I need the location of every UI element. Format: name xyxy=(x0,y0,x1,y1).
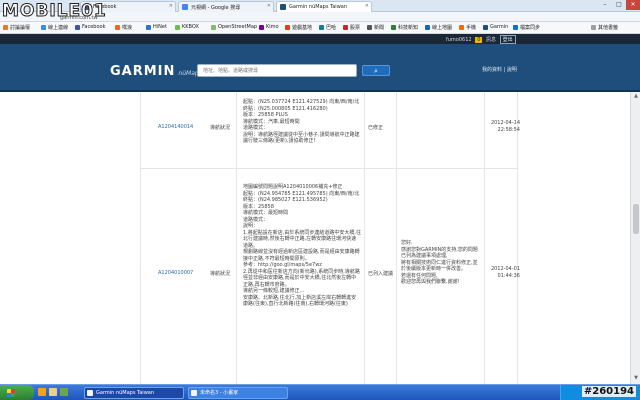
search-icon: ⌕ xyxy=(374,67,378,75)
bookmark-icon xyxy=(459,25,464,30)
tab-google-search[interactable]: 元視網 - Google 搜尋 ✕ xyxy=(178,1,274,12)
bookmark-item[interactable]: Facebook xyxy=(74,24,106,32)
bookmark-icon xyxy=(115,25,120,30)
row-divider xyxy=(140,168,517,169)
maximize-icon[interactable]: □ xyxy=(612,0,626,10)
bookmark-item[interactable]: 股票 xyxy=(342,24,360,32)
bookmark-item[interactable]: 科技新知 xyxy=(390,24,418,32)
user-box: fumo0612 0 訊息 登出 xyxy=(446,35,516,44)
header-links[interactable]: 我的資料 | 說明 xyxy=(482,66,517,73)
browser-task-icon xyxy=(87,390,93,396)
report-table: A1204140014 導航狀況 起點：(N25.037724 E121.427… xyxy=(0,92,630,384)
bookmark-item[interactable]: Kimo xyxy=(258,24,279,32)
bookmark-item[interactable]: Garmin xyxy=(482,24,508,32)
message-count-badge: 0 xyxy=(475,37,483,43)
search-input[interactable] xyxy=(197,64,357,77)
start-button[interactable] xyxy=(0,385,34,400)
bookmark-icon xyxy=(367,25,372,30)
bookmark-icon xyxy=(3,25,8,30)
bookmark-item[interactable]: 巴哈 xyxy=(318,24,336,32)
report-datetime: 2012-04-01 01:44:36 xyxy=(490,266,520,279)
bookmark-item[interactable]: 遊戲基地 xyxy=(284,24,312,32)
scrollbar-thumb[interactable] xyxy=(633,204,639,234)
report-detail: 起點：(N25.037724 E121.427529) 向東/西/南/北 終點：… xyxy=(243,99,360,144)
column-divider xyxy=(140,92,141,384)
watermark-id: #260194 xyxy=(581,386,636,397)
bookmark-item[interactable]: 討論論壇 xyxy=(2,24,30,32)
quick-launch-browser-icon[interactable] xyxy=(38,388,46,396)
bookmark-item[interactable]: KKBOX xyxy=(174,24,199,32)
report-type: 導航狀況 xyxy=(210,125,231,131)
bookmark-icon xyxy=(319,25,324,30)
bookmark-icon xyxy=(41,25,46,30)
column-divider xyxy=(484,92,485,384)
report-type: 導航狀況 xyxy=(210,271,231,277)
bookmark-item[interactable]: 噗浪 xyxy=(114,24,132,32)
brand-name: GARMIN xyxy=(110,64,176,79)
quick-launch-explorer-icon[interactable] xyxy=(49,388,57,396)
bookmark-icon xyxy=(591,25,596,30)
column-divider xyxy=(517,92,518,384)
bookmark-icon xyxy=(425,25,430,30)
site-header: GARMINnüMaps ⌕ 我的資料 | 說明 xyxy=(0,44,640,92)
search-button[interactable]: ⌕ xyxy=(362,65,390,76)
google-favicon-icon xyxy=(182,4,188,10)
bookmark-item[interactable]: 手機 xyxy=(458,24,476,32)
tab-label: Garmin nüMaps Taiwan xyxy=(289,4,348,10)
window-controls: – □ ✕ xyxy=(598,0,640,10)
garmin-logo[interactable]: GARMIN nüMaps xyxy=(110,64,202,79)
inbox-link[interactable]: 訊息 xyxy=(486,37,496,43)
taskbar: Garmin nüMaps Taiwan 未命名3 - 小畫家 xyxy=(0,384,640,400)
bookmark-item[interactable]: 其他書籤 xyxy=(590,24,618,32)
minimize-icon[interactable]: – xyxy=(598,0,612,10)
admin-reply: 您好, 感謝您對GARMIN的支持,您的問題已列為建議事項處理, 將有相關技術同… xyxy=(401,240,478,285)
bookmark-item[interactable]: OpenStreetMap xyxy=(210,24,257,32)
column-divider xyxy=(364,92,365,384)
logout-button[interactable]: 登出 xyxy=(499,35,516,44)
site-top-strip: fumo0612 0 訊息 登出 xyxy=(0,34,640,44)
bookmark-item[interactable]: HiNet xyxy=(145,24,167,32)
scroll-down-icon[interactable]: ▼ xyxy=(632,375,640,383)
bookmark-icon xyxy=(483,25,488,30)
bookmark-icon xyxy=(391,25,396,30)
bookmark-item[interactable]: 檔案同步 xyxy=(512,24,540,32)
report-status: 已列入建議 xyxy=(368,271,394,277)
tab-label: 元視網 - Google 搜尋 xyxy=(191,5,241,11)
task-button-garmin[interactable]: Garmin nüMaps Taiwan xyxy=(84,387,184,399)
bookmarks-bar: 討論論壇 線上連線 Facebook 噗浪 HiNet KKBOX OpenSt… xyxy=(0,22,640,34)
bookmark-item[interactable]: 線上地圖 xyxy=(424,24,452,32)
report-detail: 地圖編號問題說明A1204010006補充+修正 起點：(N24.954785 … xyxy=(243,184,361,307)
report-id-link[interactable]: A1204140014 xyxy=(158,124,193,130)
garmin-favicon-icon xyxy=(280,4,286,10)
column-divider xyxy=(236,92,237,384)
quick-launch-app-icon[interactable] xyxy=(60,388,68,396)
task-button-paint[interactable]: 未命名3 - 小畫家 xyxy=(188,387,288,399)
bookmark-icon xyxy=(75,25,80,30)
bookmark-icon xyxy=(175,25,180,30)
paint-task-icon xyxy=(191,390,197,396)
close-window-icon[interactable]: ✕ xyxy=(626,0,640,10)
watermark-url: garmin.com.tw xyxy=(60,15,98,21)
close-tab-icon[interactable]: ✕ xyxy=(267,3,271,9)
report-id-link[interactable]: A1204010007 xyxy=(158,270,193,276)
windows-logo-icon xyxy=(7,389,15,397)
report-status: 已修正 xyxy=(368,125,384,131)
close-tab-icon[interactable]: ✕ xyxy=(365,3,369,9)
bookmark-icon xyxy=(285,25,290,30)
close-tab-icon[interactable]: ✕ xyxy=(169,3,173,9)
tab-garmin[interactable]: Garmin nüMaps Taiwan ✕ xyxy=(276,1,372,12)
bookmark-icon xyxy=(211,25,216,30)
bookmark-icon xyxy=(259,25,264,30)
bookmark-icon xyxy=(343,25,348,30)
bookmark-item[interactable]: 新聞 xyxy=(366,24,384,32)
scroll-up-icon[interactable]: ▲ xyxy=(632,93,640,101)
column-divider xyxy=(396,92,397,384)
report-datetime: 2012-04-14 22:58:54 xyxy=(490,120,520,133)
bookmark-icon xyxy=(513,25,518,30)
username[interactable]: fumo0612 xyxy=(446,37,472,43)
page-scrollbar[interactable]: ▲ ▼ xyxy=(630,92,640,384)
bookmark-item[interactable]: 線上連線 xyxy=(40,24,68,32)
bookmark-icon xyxy=(146,25,151,30)
